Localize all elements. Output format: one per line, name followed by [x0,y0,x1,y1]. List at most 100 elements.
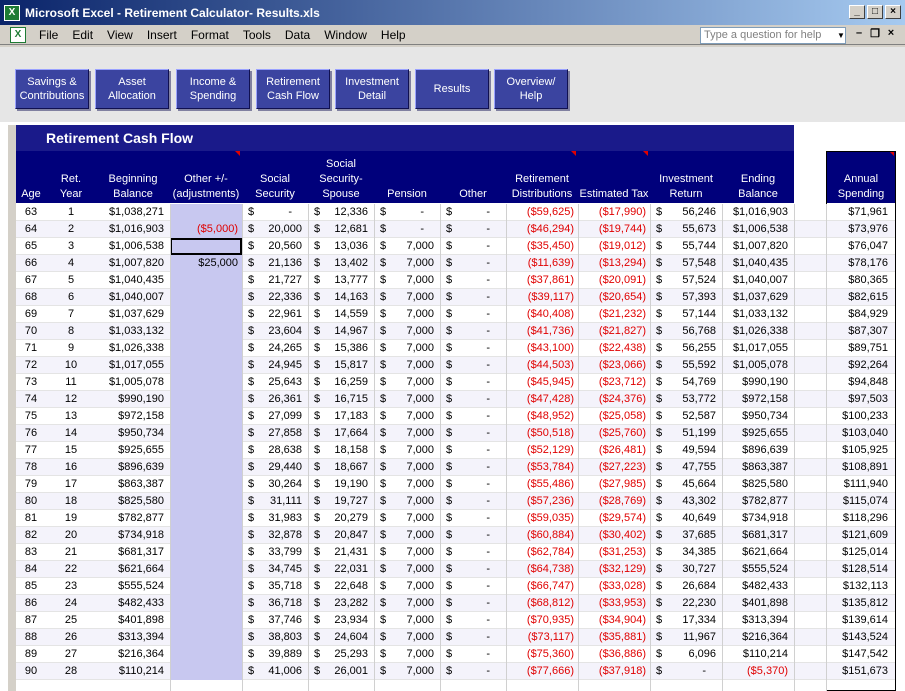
annual-spending-cell: $94,848 [848,376,888,388]
other-adjustment-cell[interactable] [170,442,242,459]
other-adjustment-cell[interactable] [170,357,242,374]
nav-investment-detail-button[interactable]: Investment Detail [335,69,409,109]
menu-help[interactable]: Help [374,28,413,42]
distribution-cell: ($64,738) [526,563,574,575]
other-adjustment-cell[interactable] [170,459,242,476]
annual-spending-cell: $78,176 [848,257,888,269]
currency-symbol: $ [380,444,387,456]
annual-spending-cell: $105,925 [842,444,888,456]
header-other: Other [440,151,506,203]
workbook-close-icon[interactable]: × [883,27,899,40]
currency-symbol: $ [314,274,321,286]
estimated-tax-cell: ($24,376) [598,393,646,405]
ret-year-cell: 10 [64,359,78,371]
beginning-balance-cell: $555,524 [118,580,164,592]
menu-format[interactable]: Format [184,28,236,42]
annual-spending-cell: $128,514 [842,563,888,575]
header-annual-spending-label: Annual Spending [837,173,885,200]
currency-symbol: $ [380,240,387,252]
other-adjustment-cell[interactable] [170,323,242,340]
currency-symbol: $ [248,359,255,371]
other-adjustment-cell[interactable] [170,204,242,221]
menu-data[interactable]: Data [278,28,317,42]
other-adjustment-cell[interactable] [170,476,242,493]
nav-results-button[interactable]: Results [415,69,489,109]
currency-symbol: $ [248,393,255,405]
menu-file[interactable]: File [32,28,65,42]
other-adjustment-cell[interactable]: ($5,000) [170,221,242,238]
menu-bar: X File Edit View Insert Format Tools Dat… [0,25,905,45]
nav-savings-contributions-button[interactable]: Savings & Contributions [15,69,89,109]
currency-symbol: $ [446,325,453,337]
estimated-tax-cell: ($21,232) [598,308,646,320]
currency-symbol: $ [656,529,663,541]
annual-spending-cell: $125,014 [842,546,888,558]
other-adjustment-cell[interactable] [170,578,242,595]
currency-symbol: $ [446,512,453,524]
estimated-tax-cell: ($29,574) [598,512,646,524]
other-adjustment-cell[interactable] [170,272,242,289]
other-adjustment-cell[interactable] [170,408,242,425]
other-adjustment-cell[interactable] [170,527,242,544]
menu-window[interactable]: Window [317,28,374,42]
annual-spending-cell: $115,074 [842,495,888,507]
menu-insert[interactable]: Insert [140,28,184,42]
other-adjustment-cell[interactable] [170,374,242,391]
age-cell: 63 [24,206,38,218]
currency-symbol: $ [380,597,387,609]
ret-year-cell: 7 [67,308,75,320]
distribution-cell: ($59,035) [526,512,574,524]
nav-overview-help-button[interactable]: Overview/ Help [494,69,568,109]
currency-symbol: $ [248,240,255,252]
menu-tools[interactable]: Tools [236,28,278,42]
nav-retirement-cash-flow-button[interactable]: Retirement Cash Flow [256,69,330,109]
other-adjustment-cell[interactable] [170,629,242,646]
other-adjustment-cell[interactable] [170,612,242,629]
other-adjustment-cell[interactable] [170,425,242,442]
annual-spending-cell: $73,976 [848,223,888,235]
ask-question-input[interactable]: Type a question for help [700,27,846,44]
currency-symbol: $ [380,223,387,235]
nav-income-spending-button[interactable]: Income & Spending [176,69,250,109]
age-cell: 75 [24,410,38,422]
worksheet[interactable]: Savings & Contributions Asset Allocation… [0,47,905,691]
workbook-icon[interactable]: X [10,26,26,43]
close-button[interactable]: × [885,5,901,19]
other-adjustment-cell[interactable] [170,289,242,306]
maximize-button[interactable]: □ [867,5,883,19]
currency-symbol: $ [248,291,255,303]
table-row: 73 11 $1,005,078 25,643 $16,259 $7,000 $ - $ ($45… [16,374,896,391]
other-adjustment-cell[interactable] [170,646,242,663]
nav-asset-allocation-button[interactable]: Asset Allocation [95,69,169,109]
distribution-cell: ($52,129) [526,444,574,456]
other-adjustment-cell[interactable] [170,306,242,323]
other-adjustment-cell[interactable] [170,510,242,527]
other-adjustment-cell[interactable] [170,391,242,408]
minimize-button[interactable]: _ [849,5,865,19]
currency-symbol: $ [380,631,387,643]
currency-symbol: $ [248,461,255,473]
other-adjustment-cell[interactable] [170,340,242,357]
currency-symbol: $ [656,648,663,660]
menu-edit[interactable]: Edit [65,28,100,42]
beginning-balance-cell: $990,190 [118,393,164,405]
ret-year-cell: 6 [67,291,75,303]
estimated-tax-cell: ($32,129) [598,563,646,575]
age-cell: 78 [24,461,38,473]
ending-balance-cell: $950,734 [742,410,788,422]
header-retirement-distributions: Retirement Distributions [506,151,578,203]
workbook-restore-icon[interactable]: ❐ [867,27,883,40]
other-adjustment-cell[interactable] [170,544,242,561]
menu-view[interactable]: View [100,28,140,42]
workbook-minimize-icon[interactable]: – [851,27,867,40]
other-adjustment-cell[interactable]: $25,000 [170,255,242,272]
other-adjustment-cell[interactable] [170,238,242,255]
other-adjustment-cell[interactable] [170,493,242,510]
table-row: 84 22 $621,664 34,745 $22,031 $7,000 $ - $ ($64,7… [16,561,896,578]
currency-symbol: $ [656,308,663,320]
currency-symbol: $ [656,427,663,439]
other-adjustment-cell[interactable] [170,561,242,578]
other-adjustment-cell[interactable] [170,595,242,612]
ask-dropdown-arrow-icon[interactable]: ▼ [836,28,846,43]
other-adjustment-cell[interactable] [170,663,242,680]
